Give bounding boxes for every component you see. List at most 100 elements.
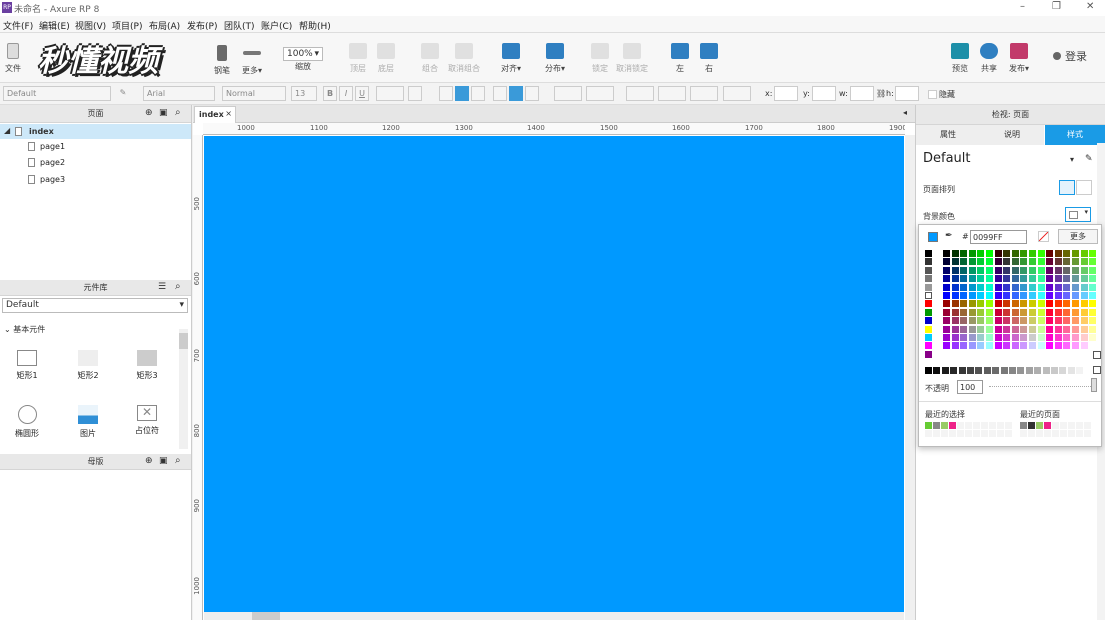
- color-swatch[interactable]: [1063, 250, 1071, 257]
- gray-swatch[interactable]: [925, 367, 932, 374]
- color-swatch[interactable]: [943, 342, 950, 350]
- recent-swatch[interactable]: [949, 430, 956, 437]
- color-swatch[interactable]: [1003, 258, 1011, 266]
- recent-swatch[interactable]: [957, 430, 964, 437]
- color-swatch[interactable]: [960, 258, 968, 266]
- color-swatch[interactable]: [994, 334, 1002, 341]
- share-button[interactable]: 共享: [978, 43, 1000, 74]
- file-button[interactable]: 文件: [4, 43, 22, 74]
- color-swatch[interactable]: [977, 342, 985, 350]
- color-swatch[interactable]: [1037, 317, 1045, 325]
- color-swatch[interactable]: [1054, 275, 1062, 283]
- recent-swatch[interactable]: [1028, 422, 1035, 429]
- color-swatch[interactable]: [994, 292, 1002, 299]
- color-swatch[interactable]: [968, 258, 976, 266]
- more-button[interactable]: 更多▾: [238, 45, 266, 76]
- color-swatch[interactable]: [1080, 250, 1088, 257]
- color-swatch[interactable]: [977, 317, 985, 325]
- align-right-button[interactable]: [471, 86, 485, 101]
- color-swatch[interactable]: [986, 258, 993, 266]
- style-edit-icon[interactable]: ✎: [116, 86, 130, 101]
- color-swatch[interactable]: [1020, 334, 1028, 341]
- color-swatch[interactable]: [1063, 308, 1071, 316]
- color-swatch[interactable]: [1003, 266, 1011, 274]
- color-swatch[interactable]: [943, 275, 950, 283]
- font-select[interactable]: Arial: [143, 86, 215, 101]
- lock-button[interactable]: 锁定: [588, 43, 612, 74]
- gray-swatch[interactable]: [975, 367, 983, 374]
- color-swatch[interactable]: [1046, 300, 1054, 308]
- color-swatch[interactable]: [986, 292, 993, 299]
- hidden-checkbox[interactable]: [928, 90, 937, 99]
- shadow-button[interactable]: [586, 86, 614, 101]
- color-swatch[interactable]: [1003, 292, 1011, 299]
- left-panel-toggle[interactable]: 左: [670, 43, 690, 74]
- align-bottom-button[interactable]: [525, 86, 539, 101]
- x-input[interactable]: [774, 86, 798, 101]
- color-swatch[interactable]: [1063, 258, 1071, 266]
- canvas-horizontal-scrollbar[interactable]: [204, 612, 904, 620]
- color-swatch[interactable]: [1072, 325, 1079, 333]
- recent-swatch[interactable]: [1076, 430, 1083, 437]
- color-swatch[interactable]: [994, 266, 1002, 274]
- color-swatch[interactable]: [1089, 334, 1097, 341]
- recent-swatch[interactable]: [933, 430, 940, 437]
- gray-swatch[interactable]: [1059, 367, 1067, 374]
- color-swatch[interactable]: [925, 350, 932, 358]
- color-swatch[interactable]: [943, 351, 950, 358]
- color-swatch[interactable]: [943, 334, 950, 341]
- color-swatch[interactable]: [1072, 317, 1079, 325]
- color-swatch[interactable]: [1080, 300, 1088, 308]
- color-swatch[interactable]: [925, 342, 932, 350]
- color-swatch[interactable]: [925, 283, 932, 291]
- color-swatch[interactable]: [1029, 266, 1036, 274]
- send-to-bottom-button[interactable]: 底层: [374, 43, 398, 74]
- color-swatch[interactable]: [977, 266, 985, 274]
- color-swatch[interactable]: [1029, 308, 1036, 316]
- recent-swatch[interactable]: [989, 422, 996, 429]
- color-swatch[interactable]: [1020, 325, 1028, 333]
- color-swatch[interactable]: [1011, 342, 1019, 350]
- color-swatch[interactable]: [925, 266, 932, 274]
- menu-help[interactable]: 帮助(H): [299, 19, 331, 32]
- color-swatch[interactable]: [925, 325, 932, 333]
- color-swatch[interactable]: [1029, 334, 1036, 341]
- color-swatch[interactable]: [1072, 250, 1079, 257]
- recent-swatch[interactable]: [925, 430, 932, 437]
- color-swatch[interactable]: [960, 334, 968, 341]
- distribute-button[interactable]: 分布▾: [541, 43, 569, 74]
- color-swatch[interactable]: [925, 300, 932, 308]
- color-swatch[interactable]: [1020, 351, 1027, 358]
- page-item-page3[interactable]: page3: [28, 175, 65, 184]
- color-swatch[interactable]: [943, 308, 950, 316]
- recent-swatch[interactable]: [989, 430, 996, 437]
- widget-group-basic[interactable]: ⌄ 基本元件: [4, 324, 45, 335]
- color-swatch[interactable]: [986, 266, 993, 274]
- color-swatch[interactable]: [977, 334, 985, 341]
- color-swatch[interactable]: [1020, 317, 1028, 325]
- color-swatch[interactable]: [986, 300, 993, 308]
- color-swatch[interactable]: [1063, 300, 1071, 308]
- color-swatch[interactable]: [994, 308, 1002, 316]
- recent-swatch[interactable]: [1036, 422, 1043, 429]
- color-swatch[interactable]: [951, 317, 959, 325]
- color-swatch[interactable]: [1003, 342, 1011, 350]
- color-swatch[interactable]: [952, 351, 959, 358]
- hex-input[interactable]: 0099FF: [970, 230, 1027, 244]
- color-swatch[interactable]: [960, 351, 967, 358]
- color-swatch[interactable]: [977, 250, 985, 257]
- color-swatch[interactable]: [1054, 325, 1062, 333]
- color-swatch[interactable]: [943, 266, 950, 274]
- add-page-icon[interactable]: ⊕: [145, 108, 153, 118]
- no-fill-icon[interactable]: [1038, 231, 1049, 242]
- color-swatch[interactable]: [1072, 351, 1079, 358]
- page-canvas[interactable]: [204, 136, 904, 612]
- color-swatch[interactable]: [986, 250, 993, 257]
- color-swatch[interactable]: [986, 342, 993, 350]
- color-swatch[interactable]: [943, 317, 950, 325]
- unlock-button[interactable]: 取消锁定: [616, 43, 648, 74]
- color-swatch[interactable]: [968, 275, 976, 283]
- zoom-select[interactable]: 100% ▾: [283, 47, 323, 61]
- color-swatch[interactable]: [1089, 342, 1097, 350]
- color-swatch[interactable]: [1020, 266, 1028, 274]
